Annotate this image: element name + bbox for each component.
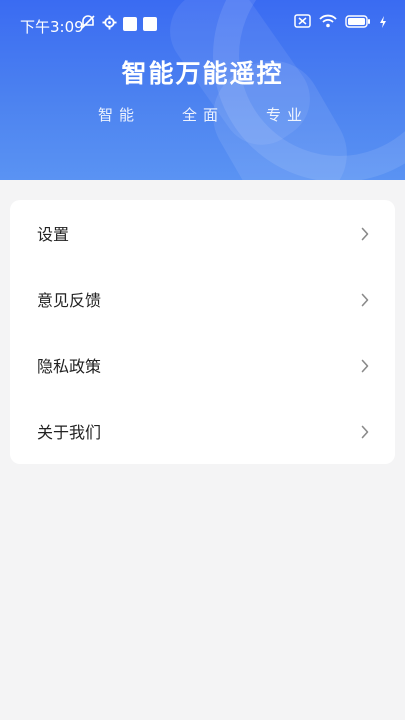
- status-bar: 下午3:09: [0, 12, 405, 38]
- menu-item-feedback[interactable]: 意见反馈: [10, 266, 395, 332]
- menu-item-label: 意见反馈: [37, 291, 102, 310]
- settings-icon: [102, 14, 117, 34]
- menu-item-about-us[interactable]: 关于我们: [10, 398, 395, 464]
- app-title: 智能万能遥控: [121, 59, 284, 88]
- chevron-right-icon: [361, 226, 369, 245]
- feature-tag: 智能: [98, 106, 141, 124]
- notification-icon: [123, 17, 137, 31]
- menu-item-settings[interactable]: 设置: [10, 200, 395, 266]
- alarm-off-icon: [80, 14, 96, 34]
- menu-item-label: 隐私政策: [37, 357, 102, 376]
- menu-card: 设置 意见反馈 隐私政策 关于我们: [10, 200, 395, 464]
- menu-item-label: 关于我们: [37, 423, 102, 442]
- sim-off-icon: [294, 14, 311, 32]
- status-time: 下午3:09: [20, 18, 84, 36]
- menu-item-privacy-policy[interactable]: 隐私政策: [10, 332, 395, 398]
- feature-tag: 全面: [182, 106, 225, 124]
- chevron-right-icon: [361, 292, 369, 311]
- battery-icon: [345, 14, 371, 32]
- chevron-right-icon: [361, 424, 369, 443]
- notification-icon: [143, 17, 157, 31]
- charging-icon: [379, 14, 387, 32]
- menu-item-label: 设置: [37, 225, 70, 244]
- feature-tag: 专业: [266, 106, 309, 124]
- header-banner: 下午3:09 智能万能遥控 智能 全面 专业: [0, 0, 405, 180]
- chevron-right-icon: [361, 358, 369, 377]
- wifi-icon: [319, 14, 337, 32]
